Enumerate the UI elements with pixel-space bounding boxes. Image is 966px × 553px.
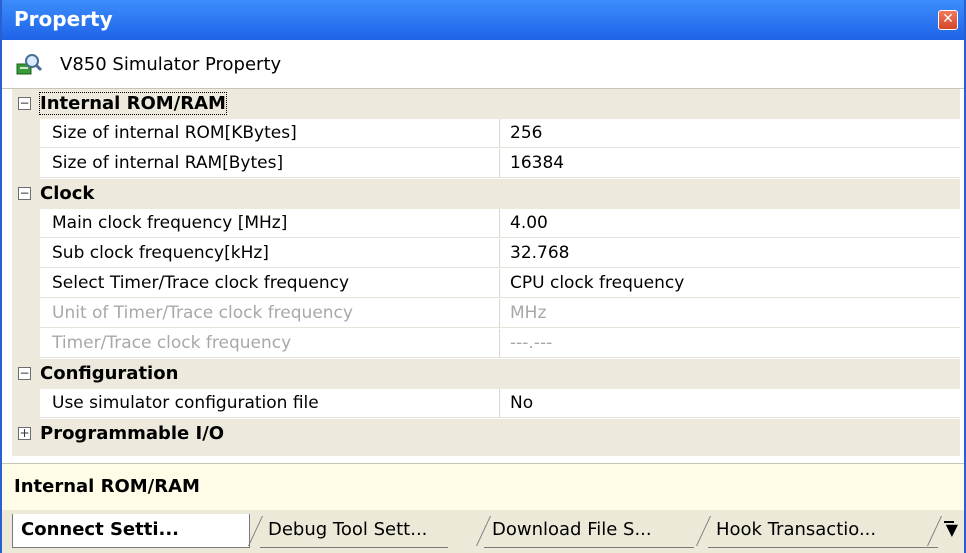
property-value[interactable]: CPU clock frequency xyxy=(500,269,960,298)
property-name: Select Timer/Trace clock frequency xyxy=(40,269,500,298)
row-indent xyxy=(12,239,40,269)
category-programmable-io[interactable]: + Programmable I/O xyxy=(12,419,960,449)
property-row-use-config-file[interactable]: Use simulator configuration file No xyxy=(12,389,960,419)
close-icon: ✕ xyxy=(942,11,954,27)
property-row-main-clock[interactable]: Main clock frequency [MHz] 4.00 xyxy=(12,209,960,239)
expand-icon[interactable]: + xyxy=(18,427,31,440)
row-indent xyxy=(12,299,40,329)
property-row-timer-clock-unit: Unit of Timer/Trace clock frequency MHz xyxy=(12,299,960,329)
tab-hook-transaction-settings[interactable]: Hook Transactio... xyxy=(708,514,938,548)
property-header: V850 Simulator Property xyxy=(2,40,964,89)
tab-download-file-settings[interactable]: Download File S... xyxy=(484,514,694,548)
row-indent xyxy=(12,389,40,419)
property-name: Sub clock frequency[kHz] xyxy=(40,239,500,268)
property-value: ---.--- xyxy=(500,329,960,358)
panel-title: Property xyxy=(14,7,113,31)
row-indent xyxy=(12,149,40,179)
category-clock[interactable]: − Clock xyxy=(12,179,960,209)
property-row-timer-clock-frequency: Timer/Trace clock frequency ---.--- xyxy=(12,329,960,359)
collapse-icon[interactable]: − xyxy=(18,187,31,200)
property-name: Main clock frequency [MHz] xyxy=(40,209,500,238)
property-grid: − Internal ROM/RAM Size of internal ROM[… xyxy=(12,89,960,456)
property-value[interactable]: 256 xyxy=(500,119,960,148)
property-value[interactable]: 4.00 xyxy=(500,209,960,238)
tab-connect-settings[interactable]: Connect Setti... xyxy=(12,514,250,548)
tab-bar: Connect Setti... Debug Tool Sett... Down… xyxy=(2,510,964,553)
description-title: Internal ROM/RAM xyxy=(14,476,200,497)
property-value[interactable]: 16384 xyxy=(500,149,960,178)
tab-overflow-icon[interactable]: ▼ xyxy=(946,520,958,539)
simulator-property-icon xyxy=(16,54,42,75)
grid-empty-area xyxy=(12,449,960,456)
category-label: Configuration xyxy=(40,363,179,384)
property-name: Unit of Timer/Trace clock frequency xyxy=(40,299,500,328)
row-indent xyxy=(12,269,40,299)
category-internal-rom-ram[interactable]: − Internal ROM/RAM xyxy=(12,89,960,119)
property-panel: Property ✕ V850 Simulator Property − Int… xyxy=(0,0,966,553)
property-name: Timer/Trace clock frequency xyxy=(40,329,500,358)
tab-debug-tool-settings[interactable]: Debug Tool Sett... xyxy=(260,514,448,548)
category-configuration[interactable]: − Configuration xyxy=(12,359,960,389)
property-row-sub-clock[interactable]: Sub clock frequency[kHz] 32.768 xyxy=(12,239,960,269)
property-row-internal-ram-size[interactable]: Size of internal RAM[Bytes] 16384 xyxy=(12,149,960,179)
category-label: Internal ROM/RAM xyxy=(39,92,227,115)
property-row-internal-rom-size[interactable]: Size of internal ROM[KBytes] 256 xyxy=(12,119,960,149)
description-pane: Internal ROM/RAM xyxy=(2,463,964,511)
title-bar: Property ✕ xyxy=(2,0,964,40)
property-name: Size of internal ROM[KBytes] xyxy=(40,119,500,148)
collapse-icon[interactable]: − xyxy=(18,367,31,380)
row-indent xyxy=(12,119,40,149)
category-label: Programmable I/O xyxy=(40,423,225,444)
category-label: Clock xyxy=(40,183,95,204)
property-name: Use simulator configuration file xyxy=(40,389,500,418)
property-row-select-timer-clock[interactable]: Select Timer/Trace clock frequency CPU c… xyxy=(12,269,960,299)
property-value[interactable]: 32.768 xyxy=(500,239,960,268)
row-indent xyxy=(12,329,40,359)
close-button[interactable]: ✕ xyxy=(938,10,958,30)
collapse-icon[interactable]: − xyxy=(18,97,31,110)
property-value: MHz xyxy=(500,299,960,328)
property-name: Size of internal RAM[Bytes] xyxy=(40,149,500,178)
property-value[interactable]: No xyxy=(500,389,960,418)
row-indent xyxy=(12,209,40,239)
property-title: V850 Simulator Property xyxy=(60,54,282,75)
